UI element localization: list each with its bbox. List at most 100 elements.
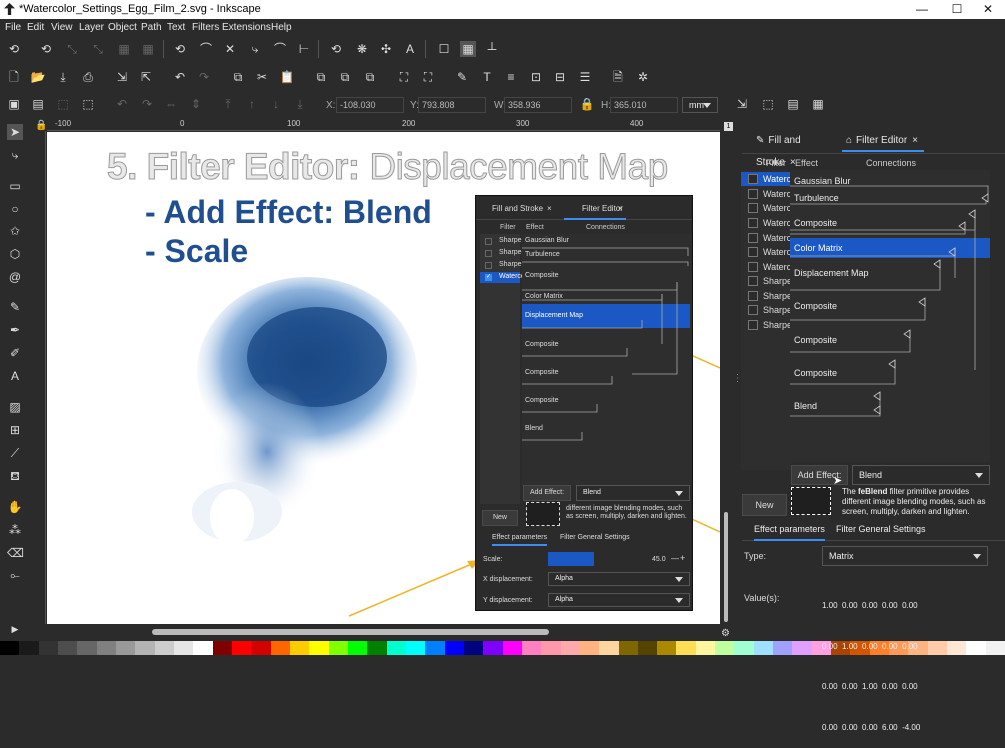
paste-icon[interactable]: 📋	[279, 69, 295, 85]
palette-swatch[interactable]	[521, 641, 542, 655]
palette-swatch[interactable]	[734, 641, 754, 655]
import-icon[interactable]: ⇲	[114, 69, 130, 85]
palette-swatch[interactable]	[115, 641, 136, 655]
export-icon[interactable]: ⇱	[138, 69, 154, 85]
unit-select[interactable]: mm	[682, 97, 718, 113]
menu-edit[interactable]: Edit	[27, 22, 44, 33]
palette-swatch[interactable]	[57, 641, 78, 655]
palette-swatch[interactable]	[77, 641, 97, 655]
connector-tool-icon[interactable]: ⟜	[7, 567, 23, 583]
deselect-icon[interactable]: ⬚	[55, 96, 71, 112]
snap-nodes-icon[interactable]: ⟲	[172, 41, 188, 57]
palette-swatch[interactable]	[154, 641, 174, 655]
star-tool-icon[interactable]: ✩	[7, 223, 23, 239]
spiral-tool-icon[interactable]: @	[7, 269, 23, 285]
selector-tool-icon[interactable]: ➤	[7, 124, 23, 140]
lower-icon[interactable]: ↓	[268, 96, 284, 112]
filter-row[interactable]: Waterco	[741, 201, 796, 215]
palette-swatch[interactable]	[212, 641, 232, 655]
palette-swatch[interactable]	[637, 641, 658, 655]
menu-extensions[interactable]: Extensions	[222, 22, 271, 33]
undo-icon[interactable]: ↶	[172, 69, 188, 85]
expand-toolbox-icon[interactable]: ▶	[7, 621, 23, 637]
open-icon[interactable]: 📂	[30, 69, 46, 85]
tab-effect-parameters[interactable]: Effect parameters	[754, 524, 825, 541]
menu-text[interactable]: Text	[167, 22, 185, 33]
mesh-tool-icon[interactable]: ⊞	[7, 422, 23, 438]
redo-icon[interactable]: ↷	[196, 69, 212, 85]
snap-corner-icon[interactable]: ⤡	[90, 41, 106, 57]
filter-row[interactable]: Waterco	[741, 172, 796, 186]
palette-swatch[interactable]	[444, 641, 464, 655]
menu-file[interactable]: File	[5, 22, 21, 33]
palette-swatch[interactable]	[270, 641, 290, 655]
snap-line-mid-icon[interactable]: ⊢	[296, 41, 312, 57]
snap-center-icon[interactable]: ▦	[140, 41, 156, 57]
raise-top-icon[interactable]: ⤒	[220, 96, 236, 112]
palette-swatch[interactable]	[618, 641, 638, 655]
menu-view[interactable]: View	[51, 22, 73, 33]
unlink-clone-icon[interactable]: ⧉	[362, 69, 378, 85]
text-font-icon[interactable]: T	[479, 69, 495, 85]
flip-horizontal-icon[interactable]: ⇔	[163, 96, 179, 112]
palette-swatch[interactable]	[463, 641, 484, 655]
palette-swatch[interactable]	[560, 641, 580, 655]
scale-stroke-icon[interactable]: ⇲	[734, 96, 750, 112]
snap-text-baseline-icon[interactable]: A	[402, 41, 418, 57]
group-icon[interactable]: ⛶	[396, 69, 412, 85]
filter-row[interactable]: Waterco	[741, 216, 796, 230]
flip-vertical-icon[interactable]: ⇕	[188, 96, 204, 112]
palette-swatch[interactable]	[657, 641, 677, 655]
palette-swatch[interactable]	[695, 641, 716, 655]
palette-swatch[interactable]	[541, 641, 561, 655]
select-all-layers-icon[interactable]: ▤	[30, 96, 46, 112]
menu-layer[interactable]: Layer	[79, 22, 104, 33]
palette-swatch[interactable]	[715, 641, 735, 655]
palette-swatch[interactable]	[367, 641, 387, 655]
xml-editor-icon[interactable]: ⊡	[528, 69, 544, 85]
rotate-90-ccw-icon[interactable]: ↶	[114, 96, 130, 112]
rectangle-tool-icon[interactable]: ▭	[7, 178, 23, 194]
zoom-corner-icon[interactable]: 1	[724, 122, 733, 131]
w-input[interactable]: 358.936	[504, 97, 572, 113]
palette-swatch[interactable]	[599, 641, 619, 655]
text-tool-icon[interactable]: A	[7, 368, 23, 384]
x-input[interactable]: -108.030	[336, 97, 404, 113]
filter-row[interactable]: Waterco	[741, 245, 796, 259]
filter-row[interactable]: Waterco	[741, 260, 796, 274]
preferences-icon[interactable]: ✲	[635, 69, 651, 85]
scrollbar-thumb[interactable]	[724, 512, 728, 622]
rotate-ccw-icon[interactable]: ⬚	[80, 96, 96, 112]
snap-path-icon[interactable]: ⌒	[198, 41, 214, 57]
palette-swatch[interactable]	[135, 641, 155, 655]
ellipse-tool-icon[interactable]: ○	[7, 201, 23, 217]
transform-patterns-icon[interactable]: ▦	[810, 96, 826, 112]
tab-filter-general-settings[interactable]: Filter General Settings	[836, 524, 926, 534]
lower-bottom-icon[interactable]: ⤓	[292, 96, 308, 112]
vertical-scrollbar[interactable]	[722, 132, 730, 624]
maximize-button[interactable]: ☐	[940, 0, 974, 19]
close-icon[interactable]: ×	[912, 135, 918, 146]
rotate-90-cw-icon[interactable]: ↷	[139, 96, 155, 112]
menu-help[interactable]: Help	[271, 22, 292, 33]
eraser-tool-icon[interactable]: ⌫	[7, 545, 24, 561]
palette-swatch[interactable]	[251, 641, 271, 655]
palette-swatch[interactable]	[0, 641, 20, 655]
layers-icon[interactable]: ≡	[503, 69, 519, 85]
matrix-values[interactable]: 1.00 0.00 0.00 0.00 0.00 0.00 1.00 0.00 …	[822, 572, 988, 732]
palette-swatch[interactable]	[773, 641, 793, 655]
copy-icon[interactable]: ⧉	[230, 69, 246, 85]
palette-swatch[interactable]	[347, 641, 368, 655]
save-icon[interactable]: ⤓	[55, 69, 71, 85]
new-document-icon[interactable]: 🗋	[6, 69, 22, 85]
palette-swatch[interactable]	[792, 641, 812, 655]
clone-icon[interactable]: ⧉	[337, 69, 353, 85]
fill-stroke-icon[interactable]: ✎	[454, 69, 470, 85]
palette-swatch[interactable]	[173, 641, 194, 655]
palette-swatch[interactable]	[483, 641, 503, 655]
snap-guide-icon[interactable]: ┴	[484, 41, 500, 57]
snap-grid-icon[interactable]: ▦	[460, 41, 476, 57]
palette-swatch[interactable]	[579, 641, 600, 655]
snap-rotation-center-icon[interactable]: ✣	[378, 41, 394, 57]
duplicate-icon[interactable]: ⧉	[313, 69, 329, 85]
